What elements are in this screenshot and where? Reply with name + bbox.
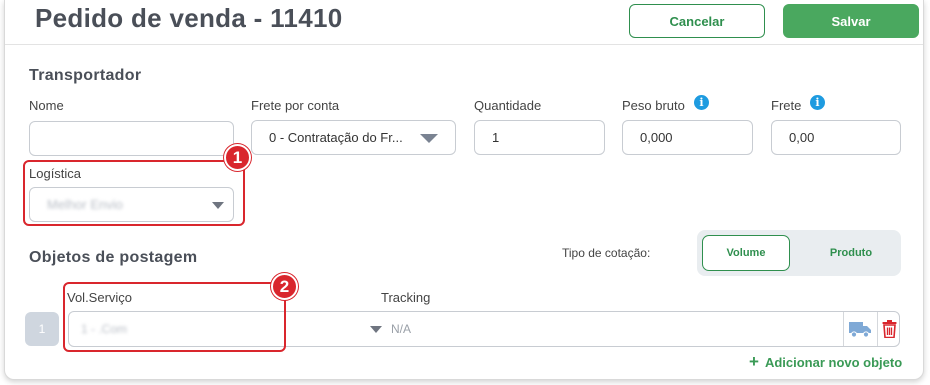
order-form-card: Pedido de venda - 11410 Cancelar Salvar …	[4, 0, 924, 380]
quantidade-input[interactable]: 1	[474, 120, 605, 155]
frete-input[interactable]: 0,00	[771, 120, 901, 155]
save-button[interactable]: Salvar	[783, 4, 919, 38]
row-divider	[843, 312, 844, 346]
nome-input[interactable]	[29, 121, 234, 156]
add-object-link[interactable]: + Adicionar novo objeto	[749, 352, 902, 372]
frete-por-conta-value: 0 - Contratação do Fr...	[269, 130, 403, 145]
tracking-value: N/A	[391, 322, 412, 336]
row-divider	[877, 312, 878, 346]
peso-bruto-label: Peso bruto	[622, 98, 685, 113]
frete-por-conta-label: Frete por conta	[251, 98, 340, 113]
trash-icon[interactable]	[879, 317, 899, 341]
truck-icon[interactable]	[846, 317, 874, 341]
peso-bruto-input[interactable]: 0,000	[622, 120, 753, 155]
annotation-box-1	[23, 160, 245, 226]
chevron-down-icon	[370, 326, 382, 333]
tipo-cotacao-toggle: Volume Produto	[697, 230, 901, 276]
page-title: Pedido de venda - 11410	[35, 3, 343, 33]
section-title-objetos: Objetos de postagem	[29, 249, 198, 266]
info-icon[interactable]: i	[810, 95, 825, 110]
frete-por-conta-select[interactable]: 0 - Contratação do Fr...	[251, 120, 456, 155]
quantidade-label: Quantidade	[474, 98, 542, 113]
plus-icon: +	[749, 352, 759, 371]
section-title-transportador: Transportador	[29, 67, 142, 84]
info-icon[interactable]: i	[694, 95, 709, 110]
tipo-cotacao-label: Tipo de cotação:	[562, 246, 651, 260]
column-header-tracking: Tracking	[381, 290, 431, 305]
page-header: Pedido de venda - 11410 Cancelar Salvar	[5, 0, 923, 45]
cancel-button[interactable]: Cancelar	[629, 4, 765, 38]
tracking-input[interactable]: N/A	[387, 312, 842, 346]
tipo-cotacao-option-volume[interactable]: Volume	[702, 235, 790, 271]
add-object-label: Adicionar novo objeto	[764, 354, 903, 370]
row-index-badge: 1	[25, 312, 59, 346]
annotation-badge-2: 2	[271, 273, 298, 300]
chevron-down-icon	[420, 134, 438, 143]
annotation-badge-1: 1	[224, 144, 251, 171]
frete-label: Frete	[771, 98, 802, 113]
tipo-cotacao-option-produto[interactable]: Produto	[807, 235, 895, 271]
annotation-box-2	[63, 282, 286, 352]
nome-label: Nome	[29, 98, 64, 113]
